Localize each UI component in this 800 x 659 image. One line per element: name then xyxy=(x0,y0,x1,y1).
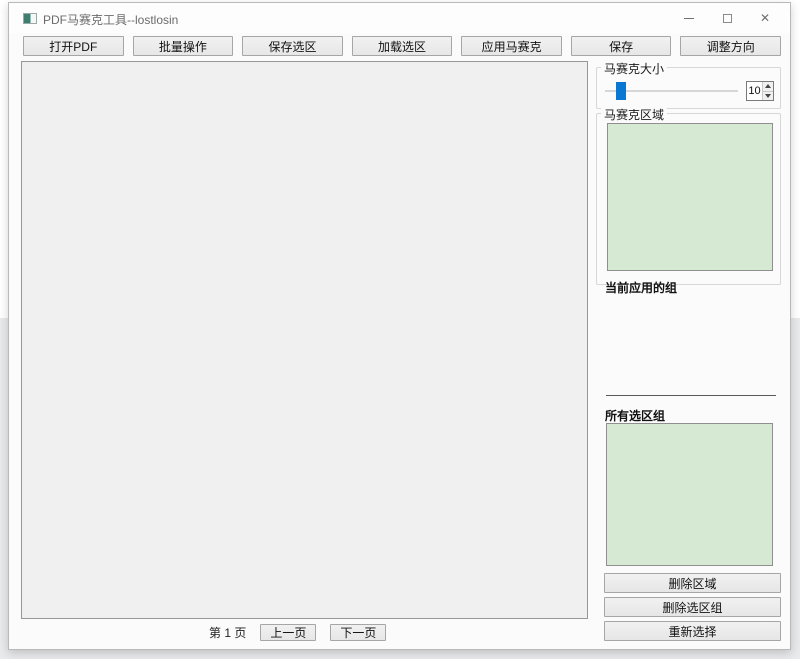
load-selection-button[interactable]: 加载选区 xyxy=(352,36,453,56)
adjust-orientation-button[interactable]: 调整方向 xyxy=(680,36,781,56)
reselect-button[interactable]: 重新选择 xyxy=(604,621,781,641)
prev-page-button[interactable]: 上一页 xyxy=(260,624,316,641)
mosaic-area-label: 马赛克区域 xyxy=(601,106,667,123)
save-button[interactable]: 保存 xyxy=(571,36,672,56)
batch-operation-button[interactable]: 批量操作 xyxy=(133,36,234,56)
delete-group-button[interactable]: 删除选区组 xyxy=(604,597,781,617)
all-groups-label: 所有选区组 xyxy=(605,407,665,424)
spin-up-icon xyxy=(765,84,771,88)
slider-handle[interactable] xyxy=(616,82,626,100)
pdf-preview-canvas[interactable] xyxy=(21,61,588,619)
panel-divider xyxy=(606,395,776,396)
window-title: PDF马赛克工具--lostlosin xyxy=(43,11,178,28)
page-indicator: 第 1 页 xyxy=(209,624,246,641)
delete-area-button[interactable]: 删除区域 xyxy=(604,573,781,593)
maximize-button[interactable] xyxy=(708,3,746,33)
mosaic-size-group: 马赛克大小 10 xyxy=(596,67,781,109)
current-group-label: 当前应用的组 xyxy=(605,279,677,296)
window-controls: ✕ xyxy=(670,3,784,33)
app-window: PDF马赛克工具--lostlosin ✕ 打开PDF 批量操作 保存选区 加载… xyxy=(8,2,791,650)
minimize-button[interactable] xyxy=(670,3,708,33)
close-icon: ✕ xyxy=(760,12,770,24)
app-icon xyxy=(23,13,37,24)
next-page-button[interactable]: 下一页 xyxy=(330,624,386,641)
spin-up-button[interactable] xyxy=(763,82,773,91)
mosaic-size-label: 马赛克大小 xyxy=(601,60,667,77)
title-bar: PDF马赛克工具--lostlosin ✕ xyxy=(9,3,790,33)
save-selection-button[interactable]: 保存选区 xyxy=(242,36,343,56)
spin-down-icon xyxy=(765,94,771,98)
minimize-icon xyxy=(684,18,694,19)
toolbar: 打开PDF 批量操作 保存选区 加载选区 应用马赛克 保存 调整方向 xyxy=(23,36,781,56)
page-navigation: 第 1 页 上一页 下一页 xyxy=(209,624,386,641)
apply-mosaic-button[interactable]: 应用马赛克 xyxy=(461,36,562,56)
open-pdf-button[interactable]: 打开PDF xyxy=(23,36,124,56)
spin-down-button[interactable] xyxy=(763,91,773,101)
right-panel: 马赛克大小 10 马赛克区域 当前应用的组 所有选区 xyxy=(596,59,781,647)
mosaic-size-spinbox[interactable]: 10 xyxy=(746,81,774,101)
mosaic-area-list[interactable] xyxy=(607,123,773,271)
close-button[interactable]: ✕ xyxy=(746,3,784,33)
mosaic-size-value: 10 xyxy=(747,82,762,100)
spinner-arrows xyxy=(762,82,773,100)
selection-groups-list[interactable] xyxy=(606,423,773,566)
mosaic-size-slider[interactable] xyxy=(605,80,738,102)
maximize-icon xyxy=(723,14,732,23)
